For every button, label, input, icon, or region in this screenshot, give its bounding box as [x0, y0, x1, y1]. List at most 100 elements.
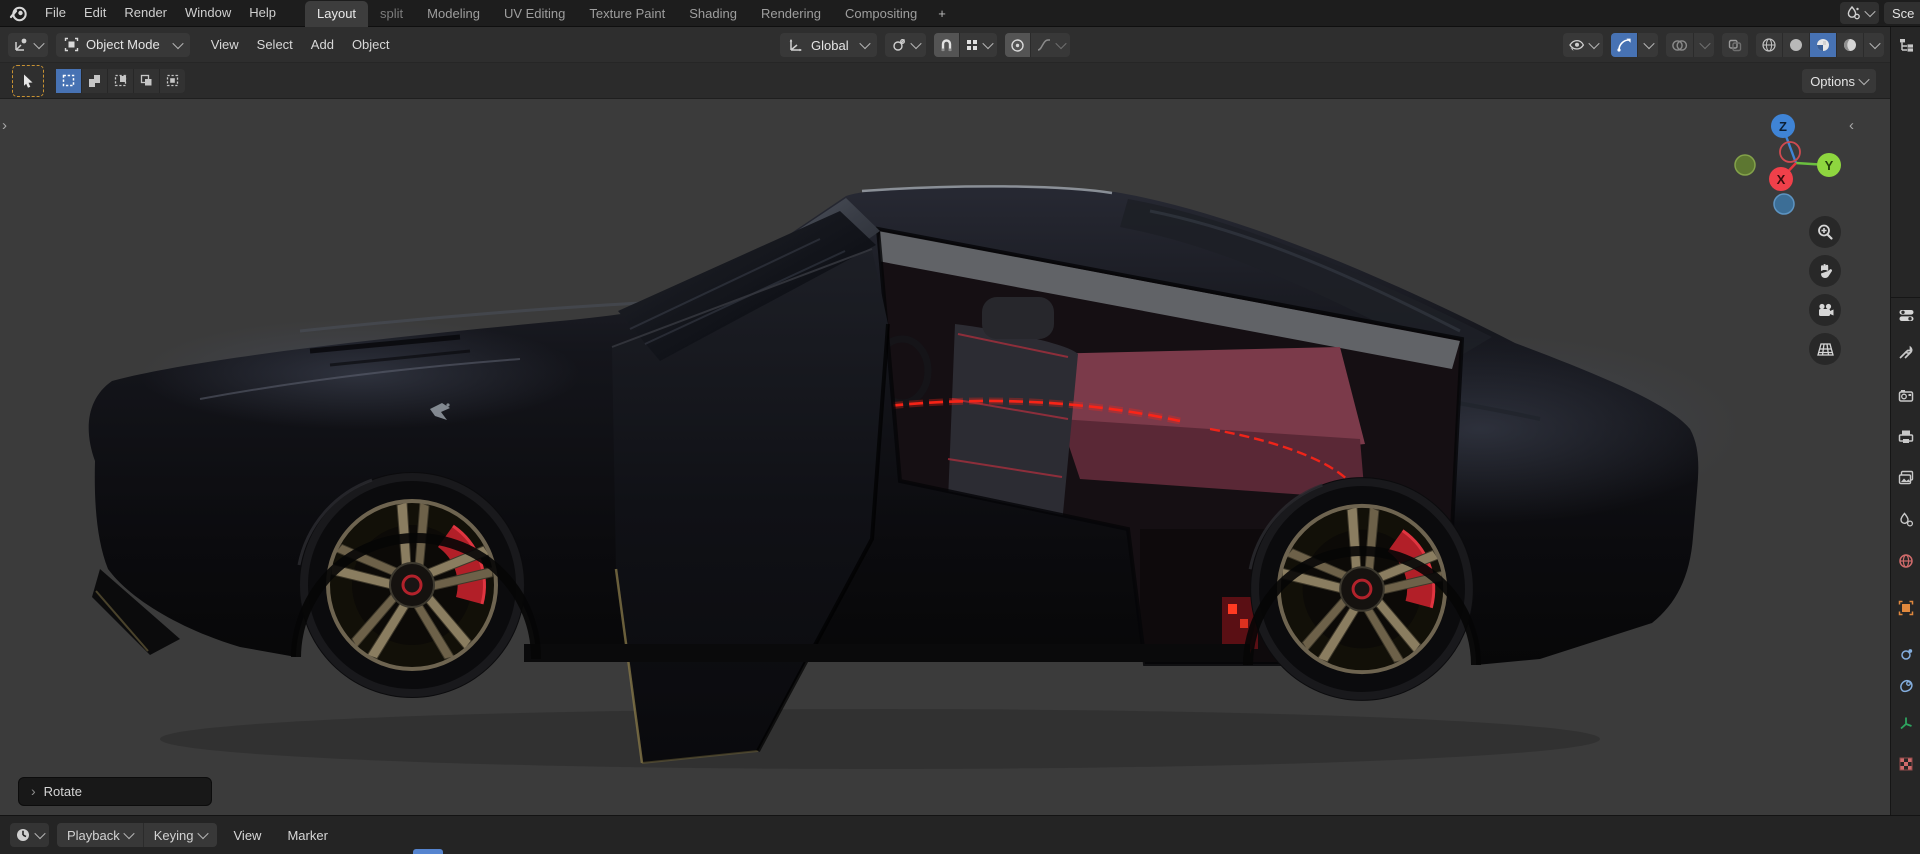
tab-shading[interactable]: Shading: [677, 1, 749, 27]
select-mode-subtract[interactable]: [108, 68, 134, 93]
gizmo-axis-neg-y[interactable]: [1734, 154, 1756, 176]
properties-tab-physics[interactable]: [1896, 645, 1916, 665]
select-mode-set[interactable]: [56, 68, 82, 93]
snap-toggle[interactable]: [933, 33, 960, 57]
playback-dropdown[interactable]: Playback: [57, 823, 144, 847]
select-mode-invert[interactable]: [134, 68, 160, 93]
properties-tab-object[interactable]: [1896, 598, 1916, 618]
ortho-toggle-button[interactable]: [1809, 333, 1841, 365]
shading-wireframe-button[interactable]: [1756, 33, 1783, 57]
blender-logo-icon[interactable]: [9, 4, 28, 23]
chevron-down-icon: [1643, 37, 1655, 50]
shading-rendered-button[interactable]: [1837, 33, 1864, 57]
proportional-edit-toggle[interactable]: [1004, 33, 1031, 57]
tab-split[interactable]: split: [368, 1, 415, 27]
menu-render[interactable]: Render: [115, 0, 176, 26]
tab-layout[interactable]: Layout: [305, 0, 369, 27]
scene-selector-button[interactable]: [1840, 2, 1879, 24]
shading-solid-button[interactable]: [1783, 33, 1810, 57]
show-gizmo-toggle[interactable]: [1611, 33, 1638, 57]
operator-panel-rotate[interactable]: › Rotate: [18, 777, 212, 806]
tab-modeling[interactable]: Modeling: [415, 1, 492, 27]
tab-uv-editing[interactable]: UV Editing: [492, 1, 577, 27]
menu-file[interactable]: File: [36, 0, 75, 26]
texture-checker-icon: [1899, 757, 1913, 771]
menu-timeline-marker[interactable]: Marker: [278, 823, 336, 847]
properties-tab-render[interactable]: [1896, 386, 1916, 406]
properties-tab-tool[interactable]: [1896, 342, 1916, 362]
3d-viewport-icon: [15, 38, 27, 51]
chevron-down-icon: [1864, 5, 1876, 18]
proportional-falloff-dropdown[interactable]: [1031, 33, 1070, 57]
options-dropdown[interactable]: Options: [1802, 69, 1876, 93]
properties-tab-view-layer[interactable]: [1896, 468, 1916, 488]
display-cluster: [1563, 33, 1884, 57]
properties-editor-button[interactable]: [1896, 305, 1916, 325]
gizmo-dropdown[interactable]: [1638, 33, 1658, 57]
mode-dropdown[interactable]: Object Mode: [56, 32, 190, 57]
select-mode-extend[interactable]: [82, 68, 108, 93]
proportional-edit-group: [1004, 33, 1070, 57]
outliner-editor-button[interactable]: [1896, 35, 1916, 55]
shading-material-button[interactable]: [1810, 33, 1837, 57]
menu-window[interactable]: Window: [176, 0, 240, 26]
menu-view[interactable]: View: [202, 33, 248, 57]
properties-tab-texture[interactable]: [1896, 754, 1916, 774]
chevron-down-icon: [123, 827, 135, 840]
menu-add[interactable]: Add: [302, 33, 343, 57]
gizmo-axis-neg-z[interactable]: [1773, 193, 1795, 215]
chevron-down-icon: [909, 37, 922, 50]
snap-target-dropdown[interactable]: [960, 33, 997, 57]
view-axis-gizmo[interactable]: Z Y X: [1734, 101, 1854, 231]
tab-rendering[interactable]: Rendering: [749, 1, 833, 27]
chevron-down-icon: [1869, 37, 1881, 50]
toolbar-expand-arrow[interactable]: ›: [2, 118, 7, 133]
properties-tab-scene[interactable]: [1896, 510, 1916, 530]
editor-type-timeline-button[interactable]: [10, 823, 49, 847]
menu-help[interactable]: Help: [240, 0, 285, 26]
select-mode-intersect[interactable]: [160, 69, 185, 93]
properties-tab-output[interactable]: [1896, 427, 1916, 447]
timeline-playhead[interactable]: [413, 849, 443, 854]
render-camera-icon: [1898, 390, 1914, 402]
show-overlays-toggle[interactable]: [1666, 33, 1694, 57]
menu-edit[interactable]: Edit: [75, 0, 115, 26]
overlays-group: [1666, 33, 1714, 57]
snapping-group: [933, 33, 997, 57]
gizmo-icon: [1617, 38, 1631, 52]
gizmo-axis-y[interactable]: Y: [1817, 153, 1841, 177]
orientation-axes-icon: [789, 39, 802, 52]
menu-timeline-view[interactable]: View: [225, 823, 271, 847]
shading-dropdown[interactable]: [1864, 33, 1884, 57]
pan-button[interactable]: [1809, 255, 1841, 287]
proportional-circle-icon: [1010, 38, 1024, 52]
properties-tab-object-data[interactable]: [1896, 713, 1916, 733]
xray-toggle[interactable]: [1722, 33, 1748, 57]
overlays-dropdown[interactable]: [1694, 33, 1714, 57]
tab-texture-paint[interactable]: Texture Paint: [577, 1, 677, 27]
transform-orientation-dropdown[interactable]: Global: [780, 33, 877, 57]
chevron-down-icon: [172, 37, 184, 49]
active-tool-select-box[interactable]: [12, 64, 44, 97]
mode-label: Object Mode: [86, 37, 160, 52]
viewport-shading-group: [1756, 33, 1884, 57]
pivot-point-dropdown[interactable]: [884, 33, 926, 57]
object-visibility-dropdown[interactable]: [1563, 33, 1603, 57]
gizmo-axis-z[interactable]: Z: [1771, 114, 1795, 138]
scene-selector: Sce: [1840, 0, 1920, 27]
gizmo-axis-x[interactable]: X: [1769, 167, 1793, 191]
properties-tab-world[interactable]: [1896, 551, 1916, 571]
tab-compositing[interactable]: Compositing: [833, 1, 929, 27]
editor-type-3d-viewport-button[interactable]: [8, 32, 48, 57]
3d-viewport[interactable]: › ‹ Z Y X › Rotate: [0, 99, 1890, 815]
scene-name-field[interactable]: Sce: [1884, 2, 1920, 24]
properties-tab-constraints[interactable]: [1896, 676, 1916, 696]
add-workspace-button[interactable]: +: [929, 1, 955, 27]
physics-orbit-icon: [1901, 649, 1913, 660]
menu-object[interactable]: Object: [343, 33, 399, 57]
camera-view-button[interactable]: [1809, 294, 1841, 326]
menu-select[interactable]: Select: [248, 33, 302, 57]
chevron-down-icon: [33, 37, 45, 49]
keying-dropdown[interactable]: Keying: [144, 823, 217, 847]
zoom-button[interactable]: [1809, 216, 1841, 248]
